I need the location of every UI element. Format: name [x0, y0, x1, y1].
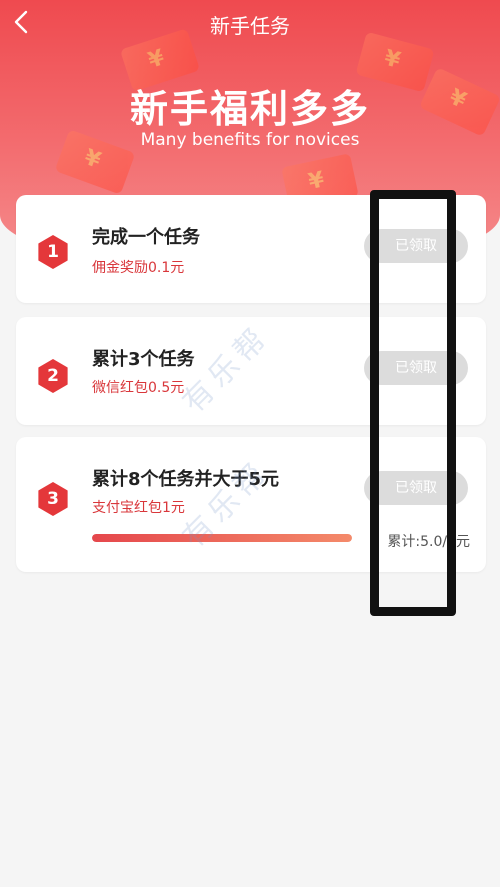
nav-bar: 新手任务: [0, 0, 500, 48]
task-reward: 支付宝红包1元: [92, 500, 185, 516]
progress-bar: [92, 534, 352, 542]
task-reward: 微信红包0.5元: [92, 380, 185, 396]
banner-title: 新手福利多多: [129, 87, 370, 131]
task-number-badge: 2: [38, 359, 68, 393]
page-title: 新手任务: [210, 14, 290, 38]
progress-fill: [92, 534, 352, 542]
banner-subtitle: Many benefits for novices: [140, 130, 360, 150]
task-title: 累计3个任务: [92, 349, 195, 370]
task-number-badge: 1: [38, 235, 68, 269]
task-title: 完成一个任务: [92, 227, 200, 248]
task-number-badge: 3: [38, 482, 68, 516]
task-reward: 佣金奖励0.1元: [92, 260, 185, 276]
highlight-box: [370, 190, 456, 616]
